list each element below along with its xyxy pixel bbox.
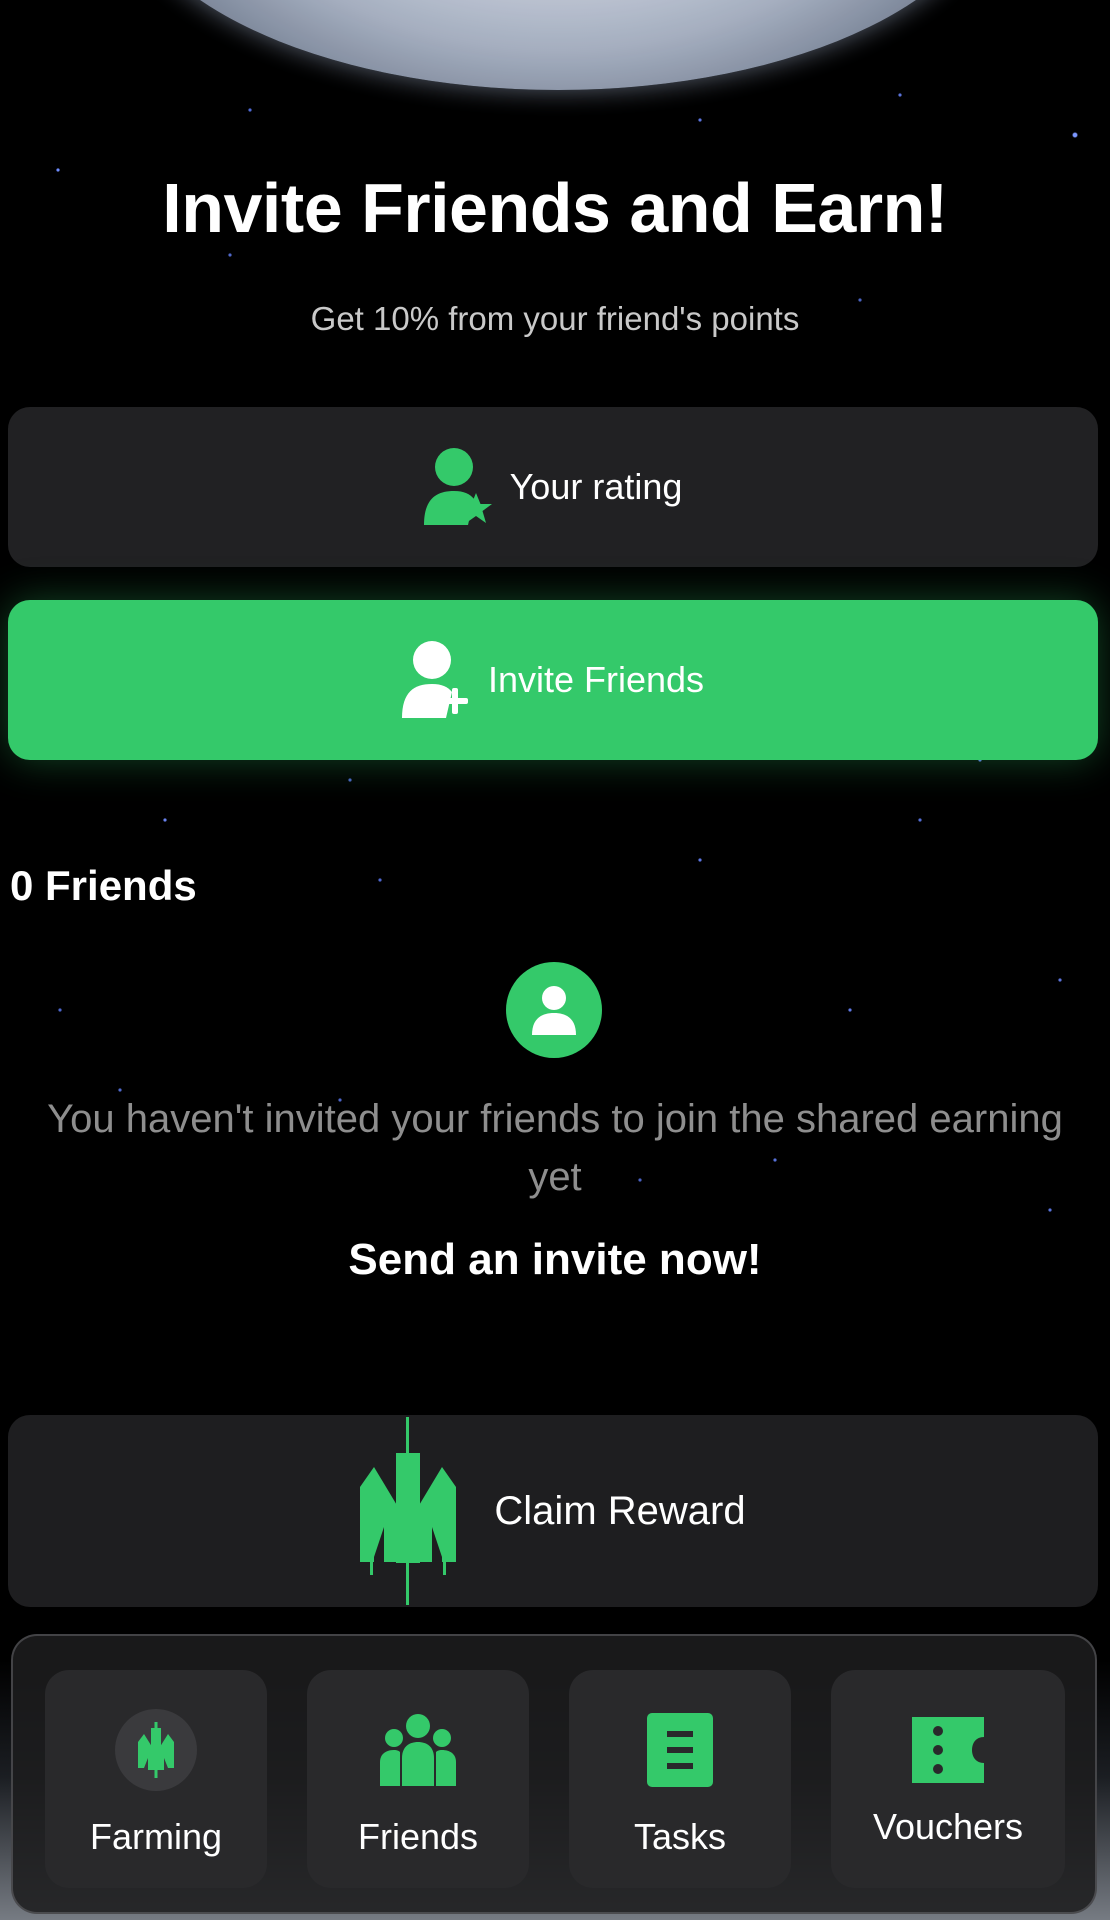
- friends-count: 0 Friends: [10, 862, 197, 909]
- nav-item-tasks[interactable]: Tasks: [569, 1670, 791, 1888]
- send-invite-cta: Send an invite now!: [348, 1235, 762, 1284]
- empty-state-message: You haven't invited your friends to join…: [47, 1097, 1063, 1199]
- nav-label-vouchers: Vouchers: [872, 1806, 1024, 1847]
- nav-item-friends[interactable]: Friends: [307, 1670, 529, 1888]
- user-star-icon: [423, 448, 492, 525]
- document-icon: [647, 1713, 713, 1787]
- nav-label-friends: Friends: [357, 1816, 479, 1857]
- ticket-icon: [912, 1717, 984, 1783]
- farming-logo-icon: [115, 1709, 197, 1791]
- bottom-navigation: Farming Friends Tasks Vouchers: [11, 1634, 1097, 1914]
- claim-reward-label: Claim Reward: [494, 1488, 746, 1533]
- your-rating-button[interactable]: Your rating: [8, 407, 1098, 567]
- invite-friends-button[interactable]: Invite Friends: [8, 600, 1098, 760]
- page-title: Invite Friends and Earn!: [162, 169, 948, 247]
- nav-item-farming[interactable]: Farming: [45, 1670, 267, 1888]
- your-rating-label: Your rating: [509, 466, 683, 507]
- nav-label-farming: Farming: [89, 1816, 223, 1857]
- page-subtitle: Get 10% from your friend's points: [310, 300, 800, 337]
- invite-friends-label: Invite Friends: [487, 659, 705, 700]
- claim-reward-button[interactable]: Claim Reward: [8, 1415, 1098, 1607]
- nav-item-vouchers[interactable]: Vouchers: [831, 1670, 1065, 1888]
- user-plus-icon: [401, 641, 468, 718]
- friends-screen: Invite Friends and Earn! Get 10% from yo…: [0, 0, 1110, 1920]
- user-icon: [532, 986, 576, 1035]
- brand-logo-icon: [360, 1417, 457, 1605]
- empty-avatar: [506, 962, 602, 1058]
- nav-label-tasks: Tasks: [633, 1816, 727, 1857]
- friends-group-icon: [380, 1714, 456, 1786]
